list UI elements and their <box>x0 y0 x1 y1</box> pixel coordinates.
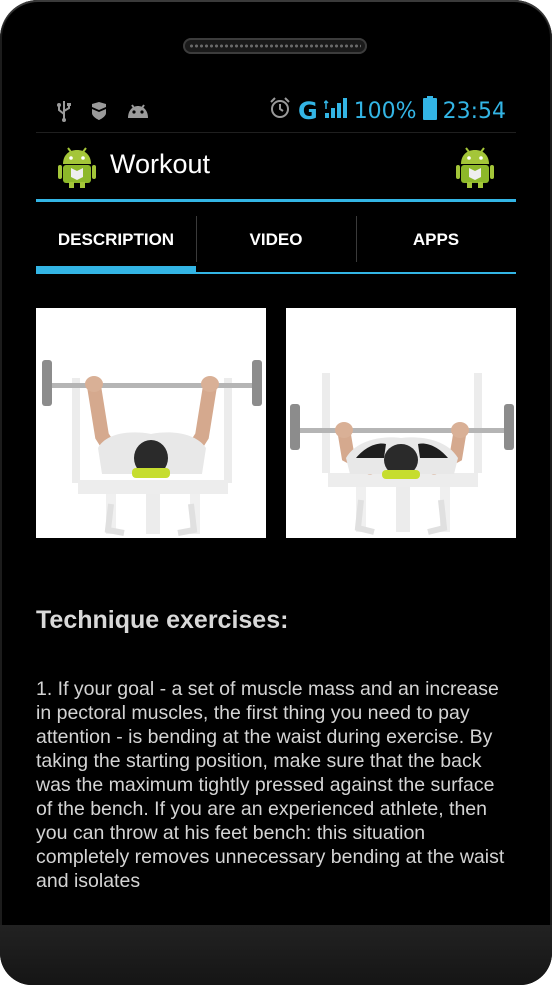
signal-icon <box>323 97 348 125</box>
exercise-image-start-position <box>36 308 266 538</box>
battery-icon <box>422 96 437 126</box>
tab-description[interactable]: DESCRIPTION <box>36 214 196 274</box>
tab-apps[interactable]: APPS <box>356 214 516 274</box>
android-debug-icon <box>126 102 150 124</box>
action-bar: Workout <box>36 132 516 202</box>
tab-bar: DESCRIPTION VIDEO APPS <box>36 214 516 274</box>
clock: 23:54 <box>442 98 506 124</box>
device-frame: G 100% 23:54 Workout DESCRIPTION VIDEO A… <box>0 0 552 985</box>
status-bar: G 100% 23:54 <box>36 92 516 133</box>
alarm-icon <box>268 96 292 126</box>
tab-video[interactable]: VIDEO <box>196 214 356 274</box>
section-heading: Technique exercises: <box>36 606 289 634</box>
network-type: G <box>297 97 318 125</box>
shield-icon <box>90 101 108 125</box>
android-menu-icon[interactable] <box>456 146 494 192</box>
earpiece-speaker <box>183 38 367 54</box>
description-text: 1. If your goal - a set of muscle mass a… <box>36 678 505 892</box>
device-chin <box>0 925 552 985</box>
app-logo-icon[interactable] <box>58 146 96 192</box>
battery-percent: 100% <box>353 98 417 124</box>
usb-icon <box>56 100 72 126</box>
app-title: Workout <box>110 149 211 179</box>
exercise-image-lowered-position <box>286 308 516 538</box>
